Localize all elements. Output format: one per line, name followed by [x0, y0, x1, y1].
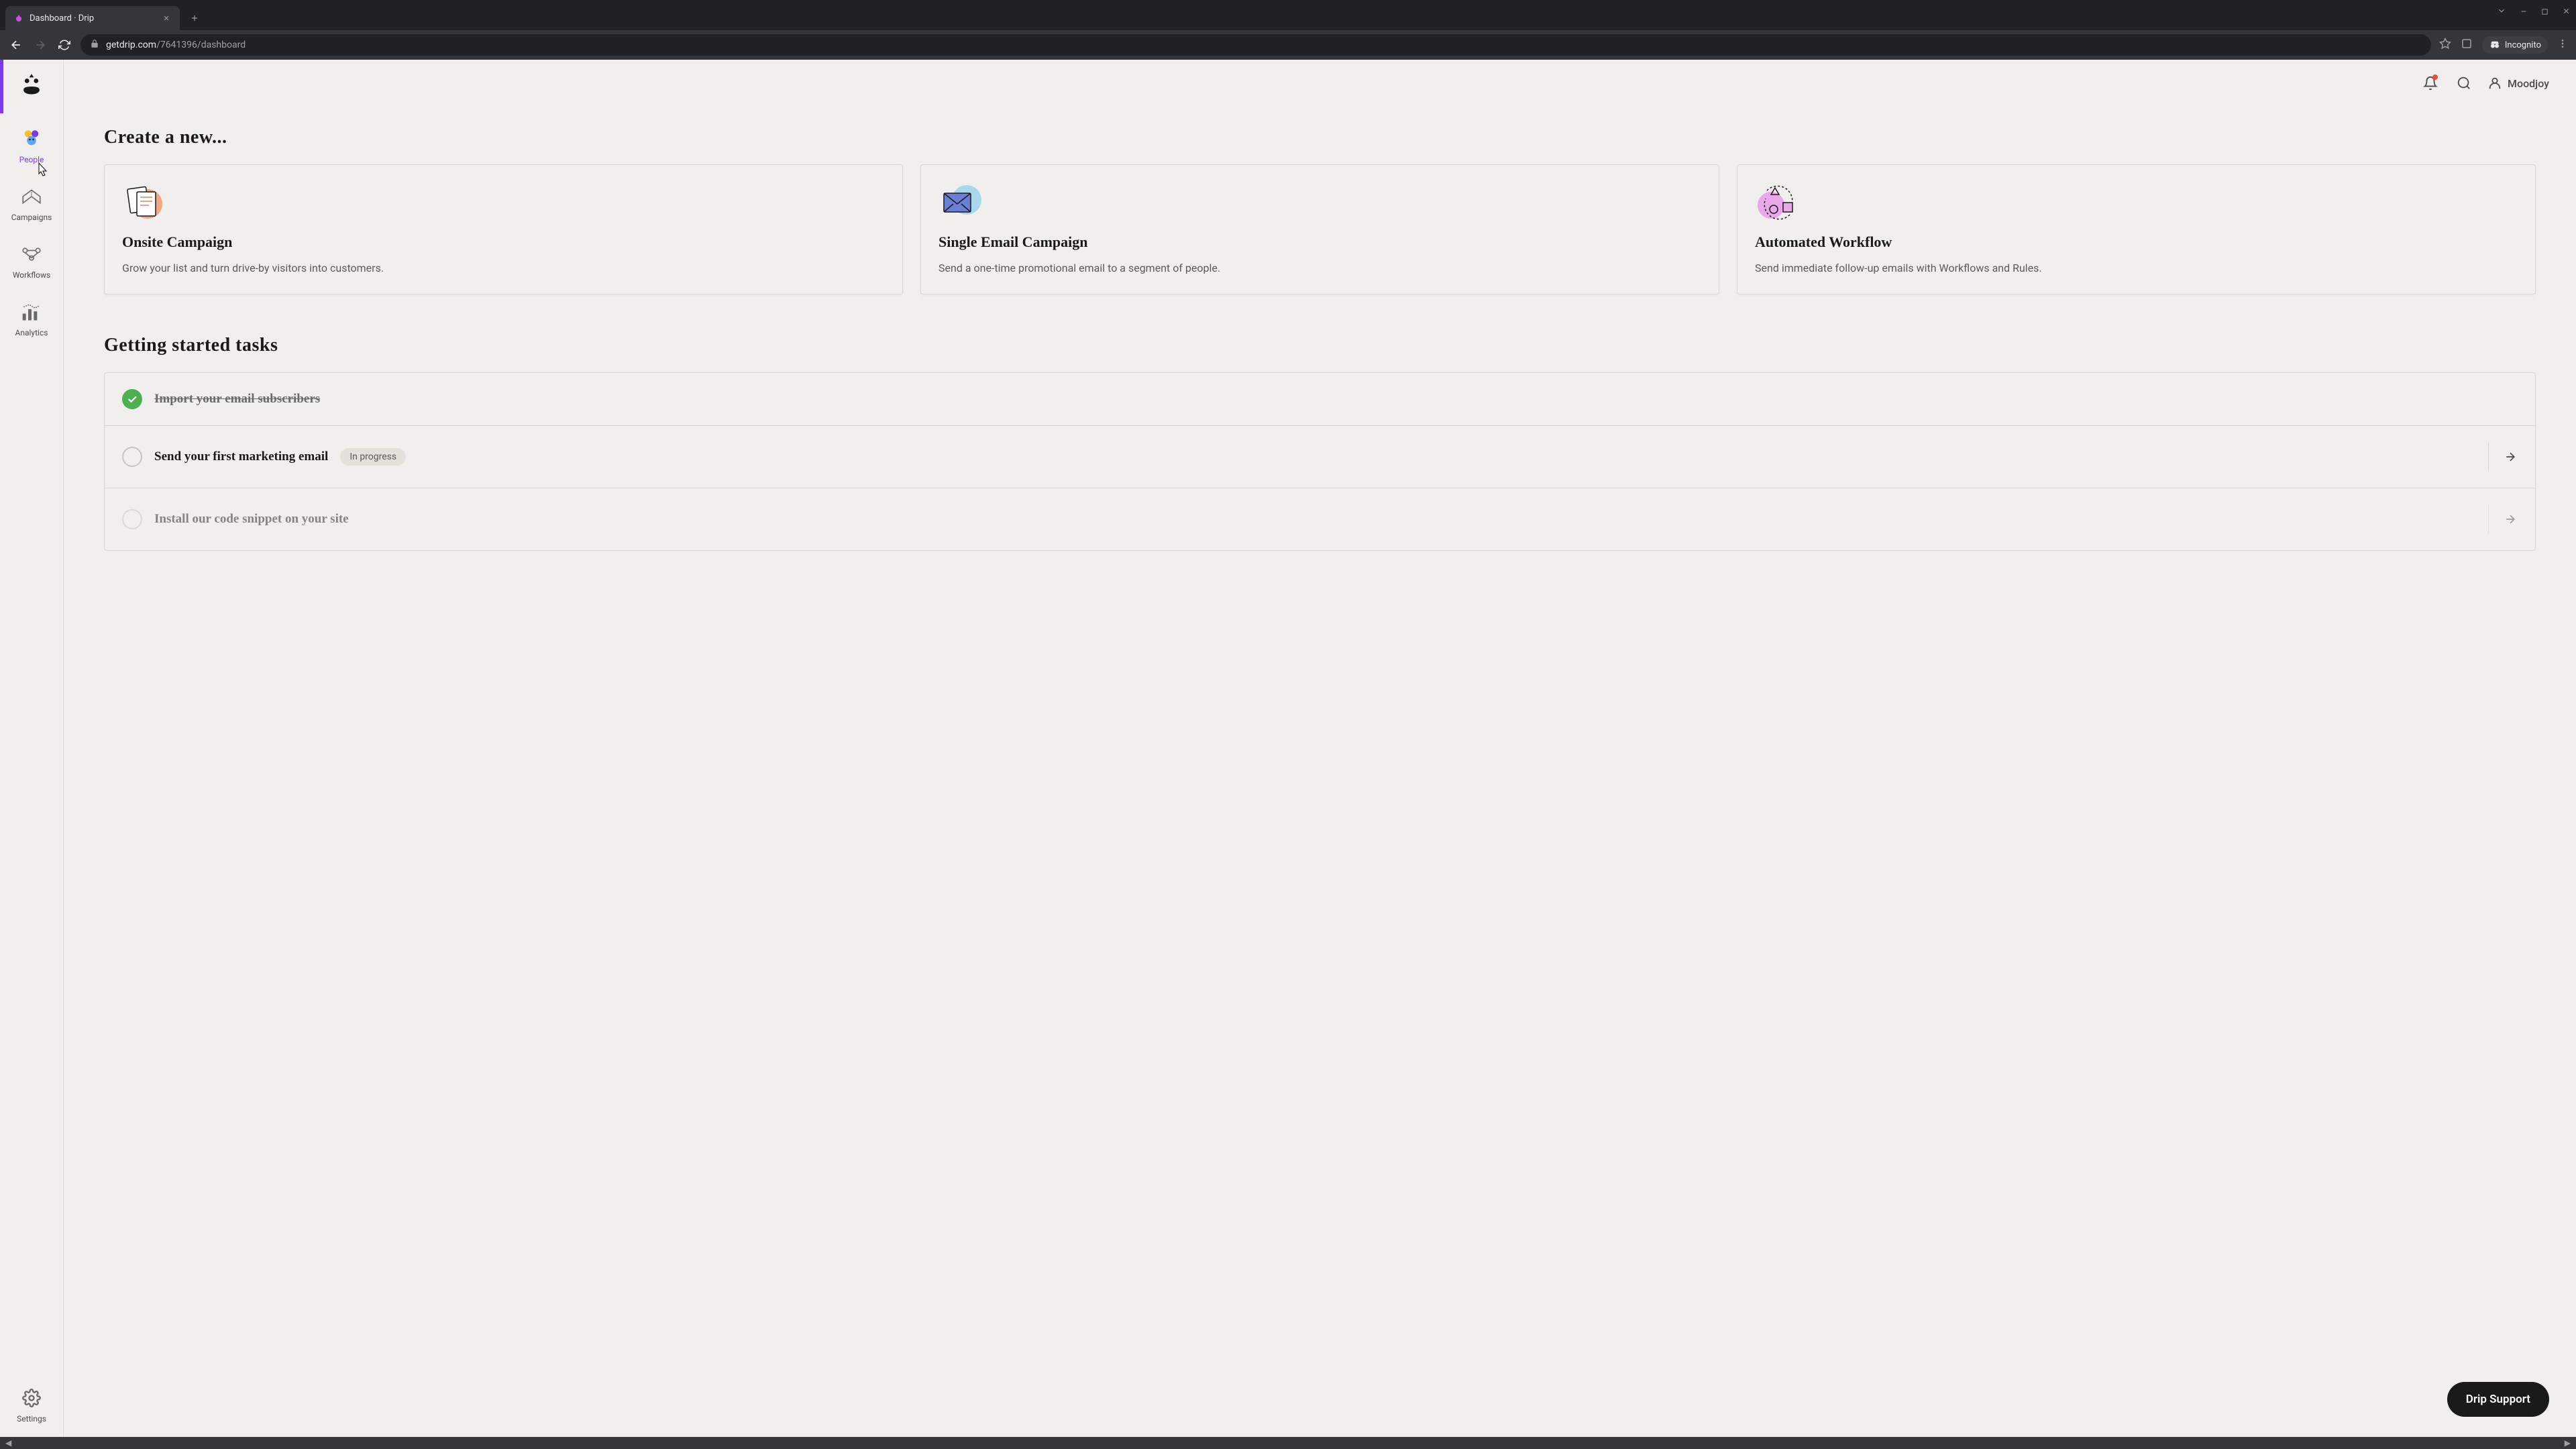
url-field[interactable]: getdrip.com/7641396/dashboard — [80, 34, 2431, 56]
horizontal-scrollbar[interactable]: ◀ ▶ — [0, 1437, 2576, 1449]
card-automated-workflow[interactable]: Automated Workflow Send immediate follow… — [1737, 164, 2536, 294]
card-title: Onsite Campaign — [122, 233, 885, 251]
sidebar-item-workflows[interactable]: Workflows — [13, 242, 50, 280]
bookmark-icon[interactable] — [2439, 38, 2451, 52]
task-check-done-icon — [122, 389, 142, 409]
workflows-icon — [19, 242, 44, 266]
extensions-icon[interactable] — [2461, 38, 2473, 52]
task-title: Install our code snippet on your site — [154, 512, 349, 527]
sidebar-item-people[interactable]: People — [19, 127, 44, 164]
tab-title: Dashboard · Drip — [30, 13, 156, 23]
sidebar-item-label: People — [19, 155, 44, 164]
onsite-campaign-icon — [122, 182, 169, 223]
tasks-list: Import your email subscribers Send your … — [104, 372, 2536, 551]
forward-button[interactable] — [32, 37, 48, 53]
drip-favicon — [13, 13, 24, 23]
tab-search-icon[interactable] — [2497, 5, 2506, 18]
sidebar-item-label: Settings — [17, 1414, 46, 1424]
card-desc: Send a one-time promotional email to a s… — [938, 260, 1701, 276]
create-card-row: Onsite Campaign Grow your list and turn … — [104, 164, 2536, 294]
lock-icon — [90, 39, 99, 51]
scroll-left-icon[interactable]: ◀ — [5, 1438, 11, 1448]
incognito-label: Incognito — [2505, 40, 2541, 50]
reload-button[interactable] — [56, 37, 72, 53]
drip-logo[interactable] — [18, 73, 45, 100]
app-root: People Campaigns Workflows Analytics — [0, 60, 2576, 1437]
close-window-icon[interactable] — [2562, 5, 2571, 18]
user-menu[interactable]: Moodjoy — [2487, 76, 2549, 91]
task-arrow-icon[interactable] — [2488, 442, 2518, 472]
sidebar-item-label: Workflows — [13, 270, 50, 280]
maximize-icon[interactable] — [2541, 5, 2548, 18]
sidebar-item-campaigns[interactable]: Campaigns — [11, 184, 52, 222]
create-heading: Create a new... — [104, 127, 2536, 148]
sidebar: People Campaigns Workflows Analytics — [0, 60, 64, 1437]
single-email-icon — [938, 182, 985, 223]
sidebar-item-label: Analytics — [15, 328, 48, 337]
browser-address-bar: getdrip.com/7641396/dashboard Incognito — [0, 30, 2576, 60]
task-row[interactable]: Send your first marketing email In progr… — [105, 426, 2535, 488]
automated-workflow-icon — [1755, 182, 1802, 223]
browser-menu-icon[interactable] — [2557, 38, 2568, 52]
window-controls — [2497, 5, 2571, 18]
task-title: Send your first marketing email — [154, 449, 328, 464]
minimize-icon[interactable] — [2520, 5, 2528, 18]
analytics-icon — [19, 300, 44, 324]
people-icon — [19, 127, 44, 151]
incognito-badge[interactable]: Incognito — [2482, 36, 2548, 54]
url-text: getdrip.com/7641396/dashboard — [106, 40, 246, 50]
card-title: Automated Workflow — [1755, 233, 2518, 251]
main-content: Moodjoy Create a new... Onsite Campaign … — [64, 60, 2576, 1437]
task-row[interactable]: Install our code snippet on your site — [105, 488, 2535, 550]
task-badge: In progress — [340, 448, 406, 466]
sidebar-item-label: Campaigns — [11, 213, 52, 222]
card-single-email[interactable]: Single Email Campaign Send a one-time pr… — [920, 164, 1719, 294]
scroll-right-icon[interactable]: ▶ — [2565, 1438, 2571, 1448]
notification-dot — [2432, 74, 2438, 80]
task-check-pending-icon — [122, 509, 142, 529]
browser-tab[interactable]: Dashboard · Drip — [5, 6, 180, 30]
new-tab-button[interactable] — [185, 9, 204, 28]
campaigns-icon — [19, 184, 44, 209]
top-bar: Moodjoy — [2420, 73, 2549, 93]
notifications-button[interactable] — [2420, 73, 2440, 93]
back-button[interactable] — [8, 37, 24, 53]
card-onsite-campaign[interactable]: Onsite Campaign Grow your list and turn … — [104, 164, 903, 294]
settings-icon — [19, 1386, 44, 1410]
task-check-pending-icon — [122, 447, 142, 467]
task-row[interactable]: Import your email subscribers — [105, 373, 2535, 426]
username-label: Moodjoy — [2508, 77, 2549, 90]
tasks-heading: Getting started tasks — [104, 335, 2536, 356]
card-title: Single Email Campaign — [938, 233, 1701, 251]
support-button[interactable]: Drip Support — [2447, 1382, 2549, 1417]
card-desc: Grow your list and turn drive-by visitor… — [122, 260, 885, 276]
support-label: Drip Support — [2466, 1393, 2530, 1406]
browser-tab-strip: Dashboard · Drip — [0, 0, 2576, 30]
task-arrow-icon[interactable] — [2488, 504, 2518, 534]
user-icon — [2487, 76, 2502, 91]
task-title: Import your email subscribers — [154, 392, 320, 407]
sidebar-item-analytics[interactable]: Analytics — [15, 300, 48, 337]
search-button[interactable] — [2454, 73, 2474, 93]
tab-close-icon[interactable] — [161, 13, 172, 23]
sidebar-item-settings[interactable]: Settings — [17, 1386, 46, 1424]
card-desc: Send immediate follow-up emails with Wor… — [1755, 260, 2518, 276]
